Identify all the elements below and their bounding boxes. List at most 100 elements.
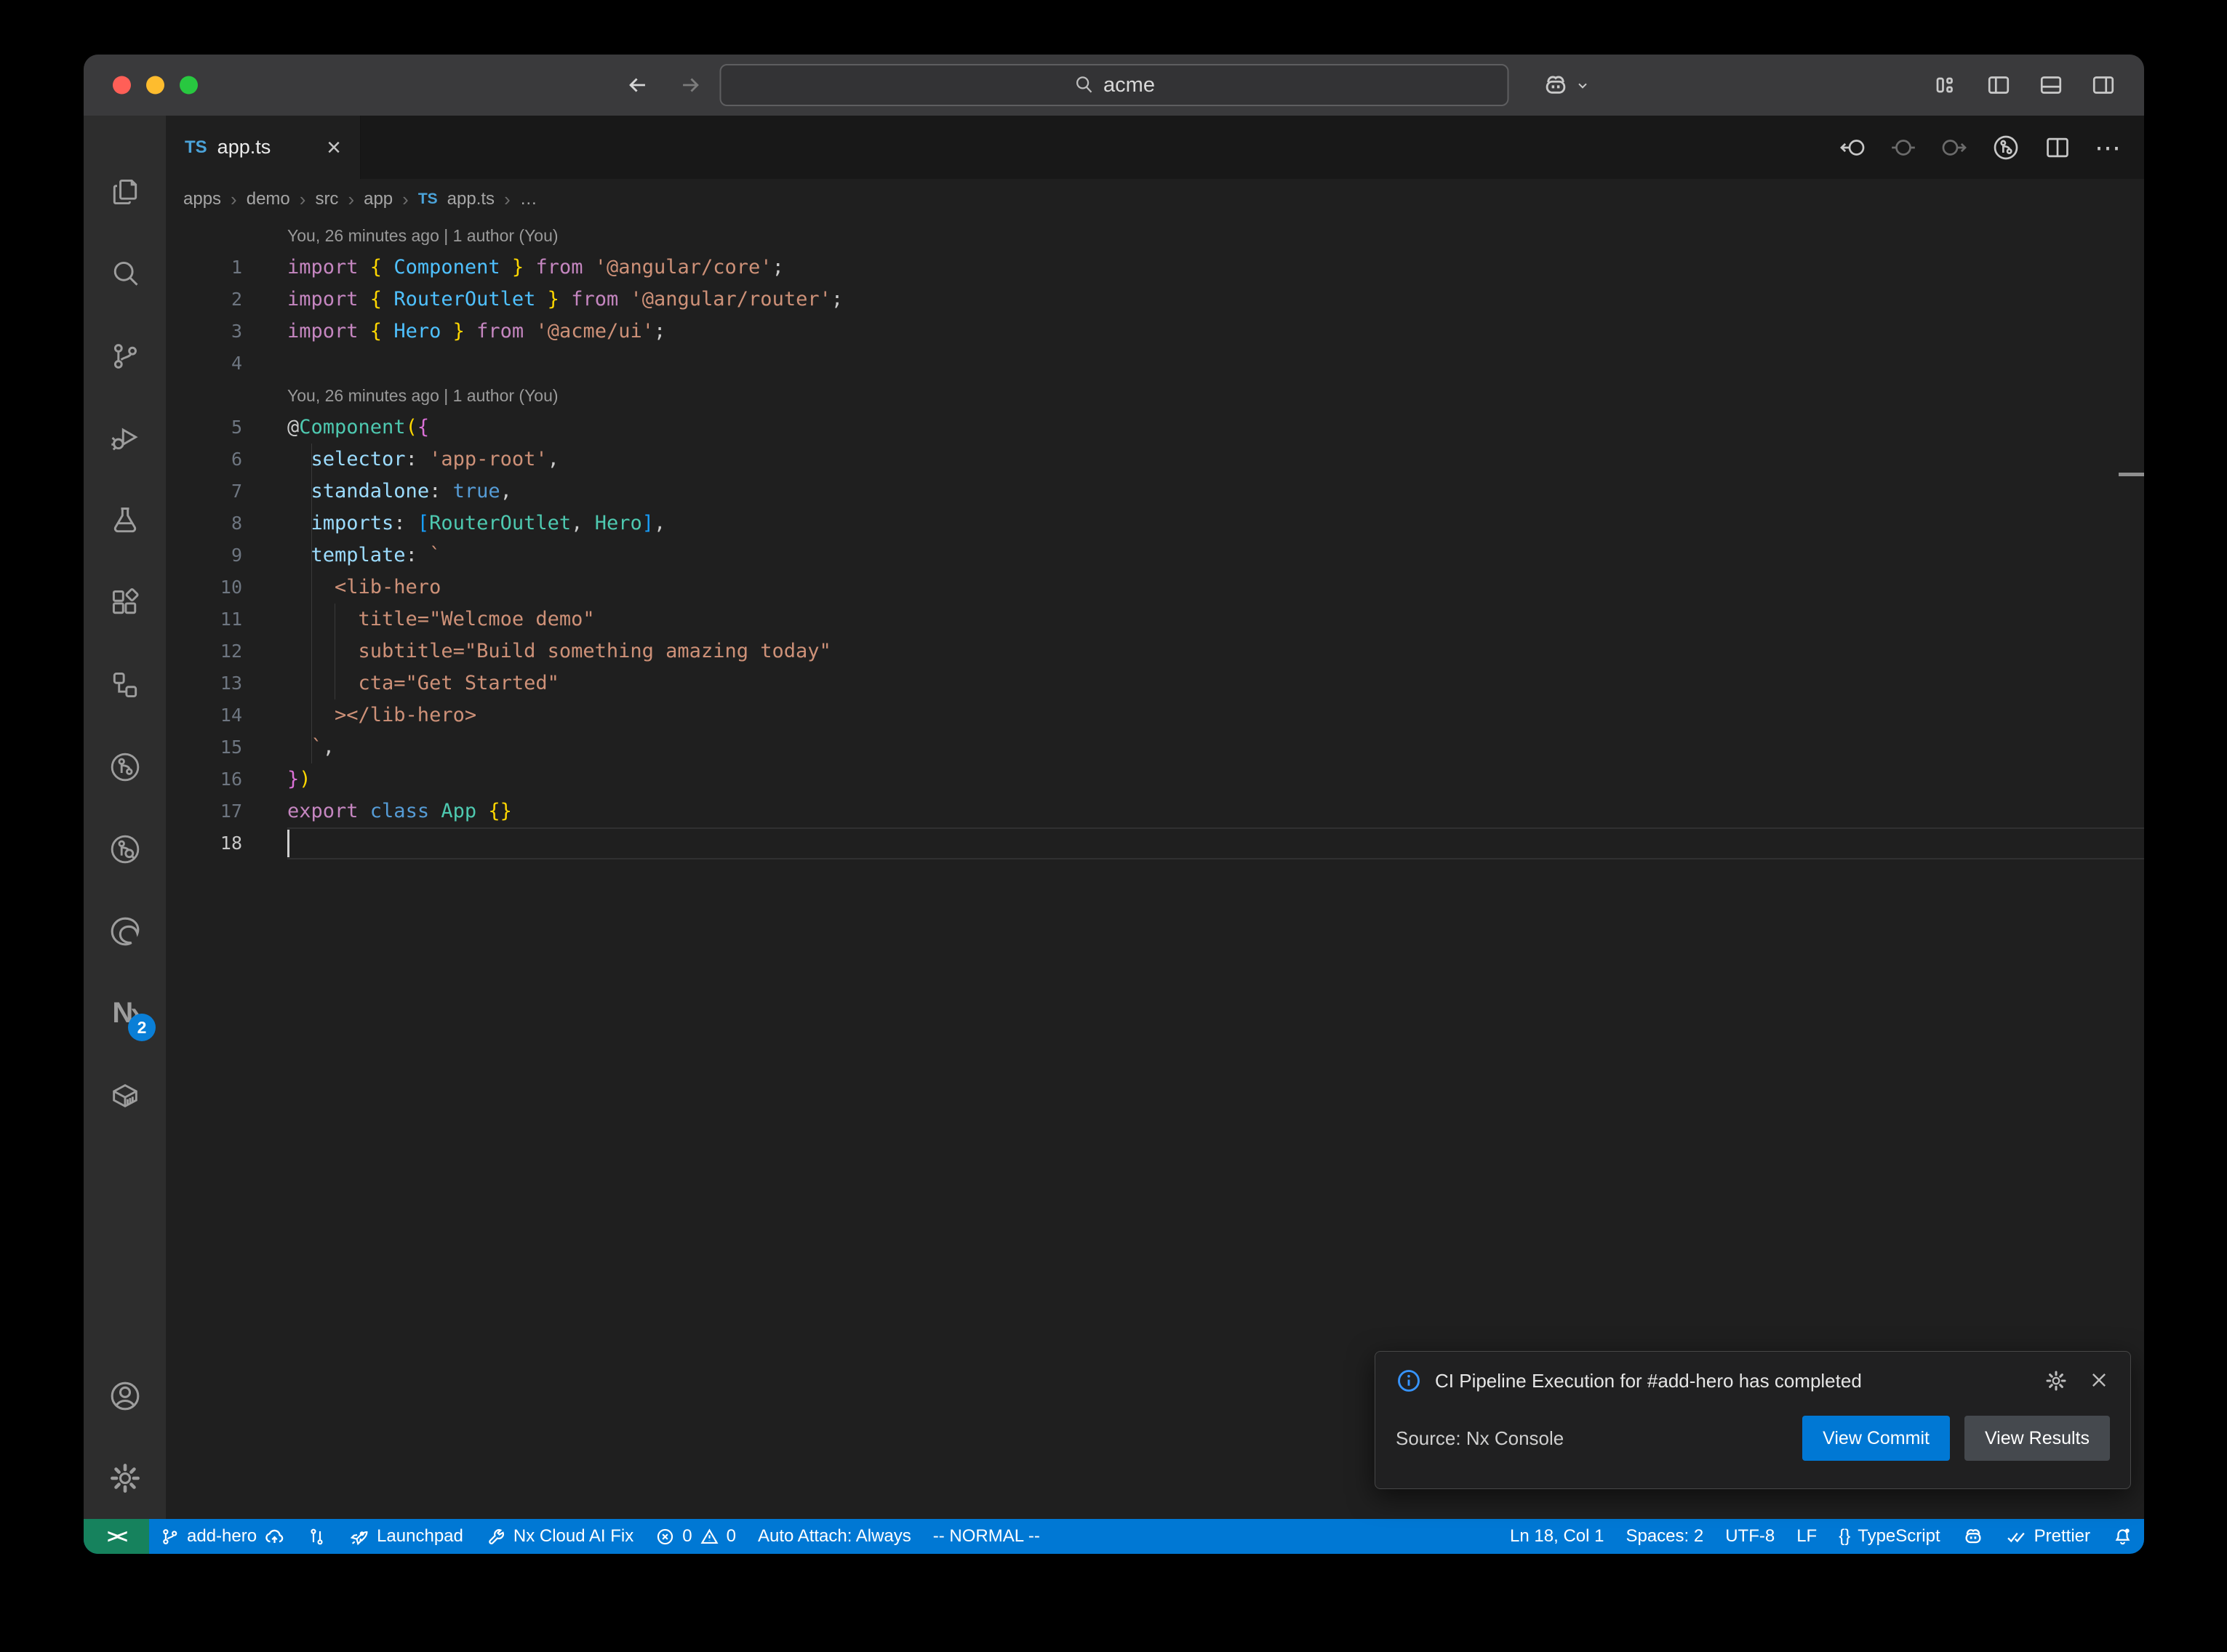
cursor-position-status[interactable]: Ln 18, Col 1 bbox=[1499, 1519, 1615, 1554]
code-row[interactable]: 14 ></lib-hero> bbox=[166, 699, 2144, 731]
breadcrumb-item[interactable]: apps bbox=[183, 189, 221, 209]
line-number[interactable]: 16 bbox=[166, 763, 287, 795]
activity-containers[interactable] bbox=[84, 1054, 166, 1136]
line-number[interactable]: 5 bbox=[166, 412, 287, 444]
formatter-status[interactable]: Prettier bbox=[1995, 1519, 2101, 1554]
line-number[interactable]: 1 bbox=[166, 252, 287, 284]
next-change-icon[interactable] bbox=[1940, 134, 1968, 161]
notification-settings-icon[interactable] bbox=[2044, 1369, 2068, 1392]
activity-explorer[interactable] bbox=[84, 151, 166, 233]
breadcrumb-overflow[interactable]: … bbox=[520, 189, 537, 209]
line-number[interactable]: 14 bbox=[166, 699, 287, 731]
codelens-row[interactable]: You, 26 minutes ago | 1 author (You) bbox=[166, 380, 2144, 412]
line-number[interactable]: 10 bbox=[166, 572, 287, 604]
view-commit-button[interactable]: View Commit bbox=[1802, 1416, 1950, 1461]
activity-testing[interactable] bbox=[84, 479, 166, 561]
activity-gitlens-search[interactable] bbox=[84, 808, 166, 890]
line-number[interactable]: 6 bbox=[166, 444, 287, 476]
line-number[interactable]: 17 bbox=[166, 795, 287, 827]
close-window-button[interactable] bbox=[113, 76, 131, 95]
eol-status[interactable]: LF bbox=[1786, 1519, 1828, 1554]
git-compare-status[interactable] bbox=[296, 1519, 337, 1554]
line-number[interactable] bbox=[166, 380, 287, 412]
history-forward-icon[interactable] bbox=[678, 73, 703, 97]
line-number[interactable]: 18 bbox=[166, 827, 287, 859]
auto-attach-status[interactable]: Auto Attach: Always bbox=[747, 1519, 922, 1554]
copilot-menu[interactable] bbox=[1542, 71, 1590, 99]
activity-settings[interactable] bbox=[84, 1437, 166, 1519]
line-number[interactable]: 4 bbox=[166, 348, 287, 380]
code-row[interactable]: 4 bbox=[166, 348, 2144, 380]
code-row[interactable]: 2import { RouterOutlet } from '@angular/… bbox=[166, 284, 2144, 316]
line-number[interactable]: 3 bbox=[166, 316, 287, 348]
activity-gitlens-inspect[interactable] bbox=[84, 726, 166, 808]
minimize-window-button[interactable] bbox=[146, 76, 164, 95]
activity-extensions[interactable] bbox=[84, 561, 166, 643]
language-status[interactable]: {} TypeScript bbox=[1828, 1519, 1951, 1554]
launchpad-status[interactable]: Launchpad bbox=[337, 1519, 474, 1554]
breadcrumb-file[interactable]: app.ts bbox=[447, 189, 495, 209]
code-row[interactable]: 7 standalone: true, bbox=[166, 476, 2144, 508]
codelens-row[interactable]: You, 26 minutes ago | 1 author (You) bbox=[166, 220, 2144, 252]
line-number[interactable]: 12 bbox=[166, 635, 287, 667]
history-back-icon[interactable] bbox=[625, 73, 650, 97]
tab-app-ts[interactable]: TS app.ts × bbox=[166, 116, 361, 179]
code-row[interactable]: 13 cta="Get Started" bbox=[166, 667, 2144, 699]
notification-close-icon[interactable] bbox=[2088, 1369, 2110, 1392]
editor-scrollbar[interactable] bbox=[2119, 220, 2144, 1519]
commit-graph-icon[interactable] bbox=[1991, 133, 2020, 162]
encoding-status[interactable]: UTF-8 bbox=[1714, 1519, 1786, 1554]
problems-status[interactable]: 0 0 bbox=[644, 1519, 747, 1554]
code-row[interactable]: 9 template: ` bbox=[166, 540, 2144, 572]
nav-back-icon[interactable] bbox=[1839, 134, 1866, 161]
code-row[interactable]: 8 imports: [RouterOutlet, Hero], bbox=[166, 508, 2144, 540]
code-row[interactable]: 5@Component({ bbox=[166, 412, 2144, 444]
breadcrumb-item[interactable]: demo bbox=[247, 189, 290, 209]
line-number[interactable]: 7 bbox=[166, 476, 287, 508]
indentation-status[interactable]: Spaces: 2 bbox=[1615, 1519, 1714, 1554]
breadcrumb-item[interactable]: src bbox=[315, 189, 338, 209]
more-actions-icon[interactable]: ⋯ bbox=[2095, 132, 2122, 163]
code-row[interactable]: 10 <lib-hero bbox=[166, 572, 2144, 604]
line-number[interactable]: 13 bbox=[166, 667, 287, 699]
code-row[interactable]: 1import { Component } from '@angular/cor… bbox=[166, 252, 2144, 284]
zoom-window-button[interactable] bbox=[180, 76, 198, 95]
line-number[interactable]: 8 bbox=[166, 508, 287, 540]
code-editor[interactable]: You, 26 minutes ago | 1 author (You)1imp… bbox=[166, 220, 2144, 1519]
toggle-secondary-sidebar-icon[interactable] bbox=[2090, 72, 2116, 98]
activity-run-debug[interactable] bbox=[84, 397, 166, 479]
copilot-status[interactable] bbox=[1951, 1519, 1995, 1554]
activity-accounts[interactable] bbox=[84, 1355, 166, 1437]
line-number[interactable]: 2 bbox=[166, 284, 287, 316]
activity-source-control[interactable] bbox=[84, 315, 166, 397]
customize-layout-icon[interactable] bbox=[1933, 72, 1959, 98]
line-number[interactable]: 11 bbox=[166, 604, 287, 635]
code-row[interactable]: 16}) bbox=[166, 763, 2144, 795]
code-row[interactable]: 18 bbox=[166, 827, 2144, 859]
activity-edge-tools[interactable] bbox=[84, 890, 166, 972]
code-row[interactable]: 15 `, bbox=[166, 731, 2144, 763]
vim-mode-status[interactable]: -- NORMAL -- bbox=[922, 1519, 1051, 1554]
line-number[interactable] bbox=[166, 220, 287, 252]
view-results-button[interactable]: View Results bbox=[1964, 1416, 2110, 1461]
line-number[interactable]: 15 bbox=[166, 731, 287, 763]
split-editor-icon[interactable] bbox=[2044, 134, 2071, 161]
activity-nx-console[interactable]: N› 2 bbox=[84, 972, 166, 1054]
nx-cloud-status[interactable]: Nx Cloud AI Fix bbox=[474, 1519, 644, 1554]
close-tab-icon[interactable]: × bbox=[327, 135, 341, 160]
breadcrumb-item[interactable]: app bbox=[364, 189, 393, 209]
notifications-bell[interactable] bbox=[2101, 1519, 2144, 1554]
prev-change-icon[interactable] bbox=[1890, 134, 1917, 161]
activity-project-hierarchy[interactable] bbox=[84, 643, 166, 726]
code-row[interactable]: 17export class App {} bbox=[166, 795, 2144, 827]
toggle-panel-icon[interactable] bbox=[2038, 72, 2064, 98]
code-row[interactable]: 12 subtitle="Build something amazing tod… bbox=[166, 635, 2144, 667]
git-branch-status[interactable]: add-hero bbox=[149, 1519, 296, 1554]
toggle-primary-sidebar-icon[interactable] bbox=[1986, 72, 2012, 98]
activity-search[interactable] bbox=[84, 233, 166, 315]
remote-indicator[interactable]: >< bbox=[84, 1519, 149, 1554]
code-row[interactable]: 6 selector: 'app-root', bbox=[166, 444, 2144, 476]
line-number[interactable]: 9 bbox=[166, 540, 287, 572]
command-center-search[interactable]: acme bbox=[719, 64, 1508, 106]
code-row[interactable]: 11 title="Welcmoe demo" bbox=[166, 604, 2144, 635]
